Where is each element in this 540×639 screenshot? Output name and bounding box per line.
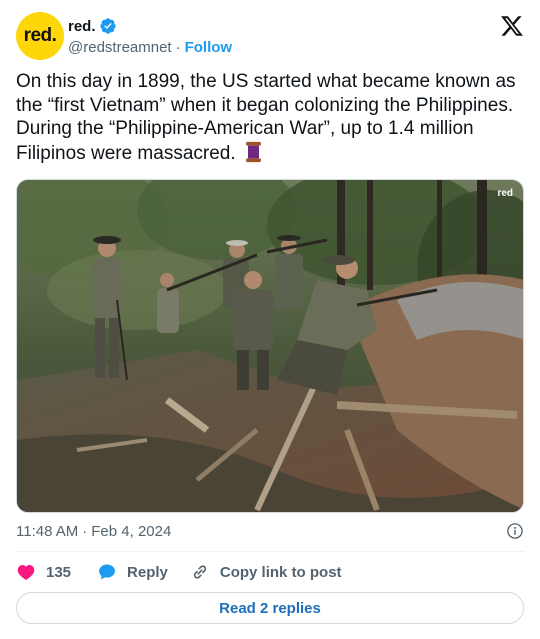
meta-separator: · bbox=[82, 522, 88, 540]
like-button[interactable]: 135 bbox=[16, 562, 97, 582]
divider bbox=[16, 551, 524, 552]
author-names: red. @redstreamnet · Follow bbox=[68, 16, 232, 57]
copy-link-button[interactable]: Copy link to post bbox=[190, 562, 342, 582]
heart-icon bbox=[17, 565, 35, 580]
handle[interactable]: @redstreamnet bbox=[68, 39, 172, 56]
copy-link-label: Copy link to post bbox=[219, 563, 342, 581]
link-icon bbox=[193, 565, 207, 579]
read-replies-button[interactable]: Read 2 replies bbox=[16, 592, 524, 624]
tweet-meta: 11:48 AM · Feb 4, 2024 bbox=[16, 521, 524, 541]
tweet-date[interactable]: Feb 4, 2024 bbox=[91, 523, 171, 540]
tweet-time[interactable]: 11:48 AM bbox=[16, 523, 78, 540]
media-watermark: red bbox=[497, 188, 513, 199]
verified-badge-icon bbox=[99, 18, 116, 34]
tweet-text: On this day in 1899, the US started what… bbox=[16, 70, 526, 165]
separator-dot: · bbox=[175, 38, 181, 56]
reply-button[interactable]: Reply bbox=[97, 562, 190, 582]
display-name[interactable]: red. bbox=[68, 18, 96, 35]
tweet-header: red. red. @redstreamnet · Follow bbox=[16, 10, 524, 62]
read-replies-label: Read 2 replies bbox=[219, 599, 321, 617]
speech-bubble-icon bbox=[99, 564, 115, 580]
tweet-actions: 135 Reply Copy link to post bbox=[16, 561, 524, 583]
historical-photo-illustration bbox=[17, 180, 523, 512]
like-count: 135 bbox=[46, 563, 72, 581]
reply-label: Reply bbox=[127, 563, 168, 581]
tweet-body: On this day in 1899, the US started what… bbox=[16, 71, 516, 164]
avatar[interactable]: red. bbox=[16, 12, 64, 60]
spool-of-thread-icon bbox=[246, 141, 261, 162]
avatar-text: red. bbox=[23, 25, 57, 46]
tweet-image[interactable]: red bbox=[16, 179, 524, 513]
info-icon[interactable] bbox=[506, 522, 524, 540]
follow-button[interactable]: Follow bbox=[185, 39, 233, 56]
x-logo-icon[interactable] bbox=[500, 14, 524, 38]
